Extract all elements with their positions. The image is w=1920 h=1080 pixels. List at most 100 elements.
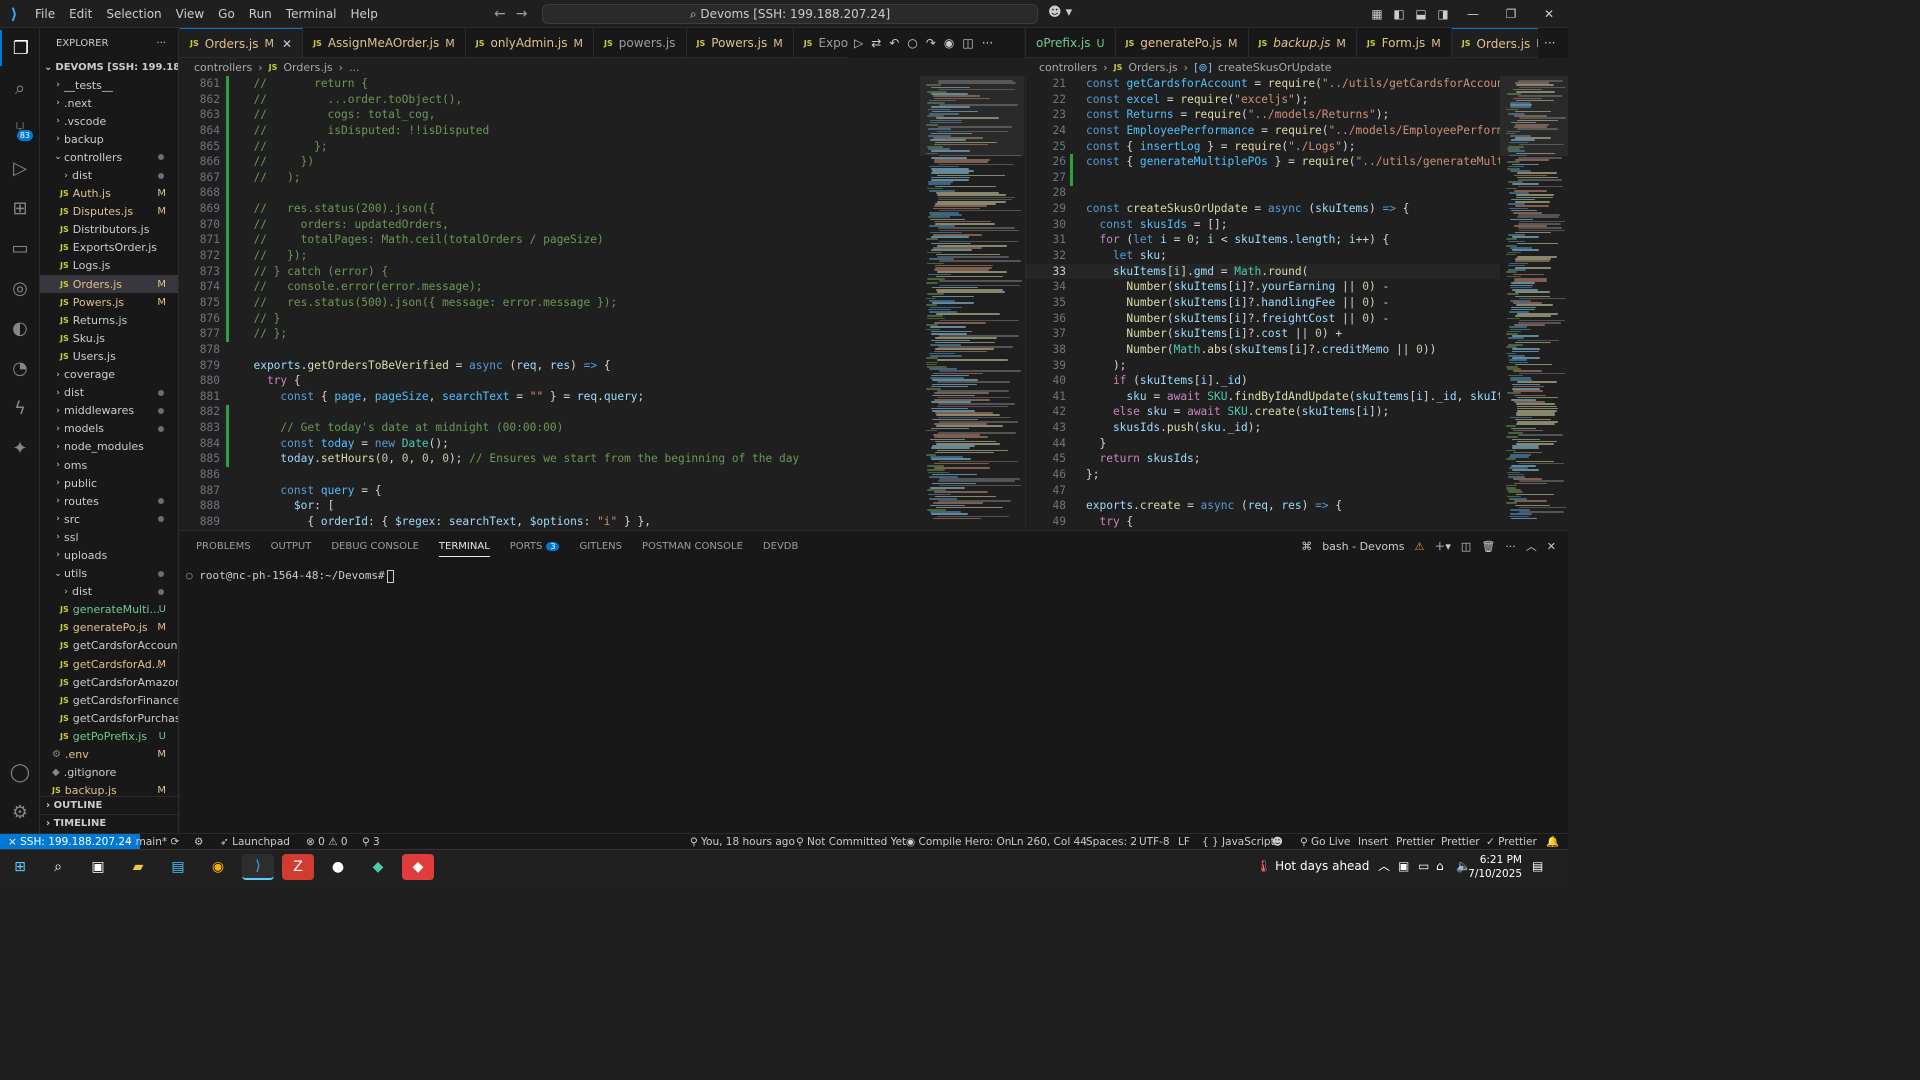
command-center[interactable]: ⌕ Devoms [SSH: 199.188.207.24] <box>542 4 1038 24</box>
copilot-status-icon[interactable]: ☻ <box>1272 834 1283 850</box>
branch-indicator[interactable]: ⑂ main* ⟳ <box>126 834 179 850</box>
terminal-output[interactable]: ○ root@nc-ph-1564-48:~/Devoms# <box>186 569 394 583</box>
folder-item[interactable]: › node_modules <box>40 438 178 456</box>
file-item[interactable]: JS Sku.js <box>40 329 178 347</box>
ports-indicator[interactable]: ⚲ 3 <box>362 834 380 850</box>
folder-item[interactable]: › models <box>40 420 178 438</box>
close-tab-icon[interactable]: ✕ <box>282 37 292 51</box>
minimap-slider[interactable] <box>920 76 1024 156</box>
panel-tab-output[interactable]: OUTPUT <box>271 541 312 552</box>
previous-change-icon[interactable]: ○ <box>907 36 917 50</box>
notification-center-icon[interactable]: ▤ <box>1532 850 1543 883</box>
forward-arrow-icon[interactable]: → <box>516 0 528 28</box>
go-live[interactable]: ⚲ Go Live <box>1300 834 1350 850</box>
editor-tab[interactable]: JS AssignMeAOrder.js M <box>303 28 466 57</box>
gitlens-icon[interactable]: ◎ <box>0 270 40 306</box>
file-item[interactable]: JS generatePo.js M <box>40 619 178 637</box>
folder-item[interactable]: › .vscode <box>40 112 178 130</box>
tray-battery-icon[interactable]: ▭ <box>1418 850 1429 883</box>
breadcrumb-folder[interactable]: controllers <box>194 61 252 74</box>
account-icon[interactable]: ◯ <box>0 754 40 790</box>
source-control-icon[interactable]: ⑂ 83 <box>0 110 40 146</box>
breadcrumb-folder[interactable]: controllers <box>1039 61 1097 74</box>
run-icon[interactable]: ▷ <box>854 36 863 50</box>
folder-item[interactable]: ⌄ utils <box>40 565 178 583</box>
folder-item[interactable]: › .next <box>40 94 178 112</box>
panel-tab-gitlens[interactable]: GITLENS <box>579 541 622 552</box>
remote-explorer-icon[interactable]: ▭ <box>0 230 40 266</box>
file-item[interactable]: JS Powers.js M <box>40 293 178 311</box>
folder-item[interactable]: › uploads <box>40 546 178 564</box>
menu-selection[interactable]: Selection <box>99 0 168 28</box>
folder-item[interactable]: › oms <box>40 456 178 474</box>
breadcrumb-symbol[interactable]: ... <box>349 61 360 74</box>
launchpad[interactable]: ➶ Launchpad <box>220 834 290 850</box>
menu-edit[interactable]: Edit <box>62 0 99 28</box>
app-icon-dark[interactable]: ● <box>322 854 354 880</box>
more-editor-actions-icon[interactable]: ··· <box>1544 36 1555 50</box>
prettier-3[interactable]: ✓ Prettier <box>1486 834 1537 850</box>
file-item[interactable]: JS Auth.js M <box>40 185 178 203</box>
weather-widget[interactable]: 🌡 Hot days ahead <box>1256 850 1369 883</box>
compare-icon[interactable]: ⇄ <box>871 36 881 50</box>
anydesk-icon[interactable]: ◆ <box>402 854 434 880</box>
tray-chevron-icon[interactable]: ︿ <box>1378 850 1390 883</box>
vscode-taskbar-icon[interactable]: ⟩ <box>242 854 274 880</box>
toggle-secondary-sidebar-icon[interactable]: ◨ <box>1432 7 1454 21</box>
extensions-icon[interactable]: ⊞ <box>0 190 40 226</box>
prettier-1[interactable]: Prettier <box>1396 834 1435 850</box>
right-minimap[interactable] <box>1500 76 1568 530</box>
panel-tab-terminal[interactable]: TERMINAL <box>438 536 490 557</box>
menu-run[interactable]: Run <box>242 0 279 28</box>
gitlens-status-icon[interactable]: ⚙ <box>194 834 203 850</box>
clock[interactable]: 6:21 PM 7/10/2025 <box>1468 853 1522 881</box>
toggle-sidebar-icon[interactable]: ◧ <box>1388 7 1410 21</box>
editor-tab[interactable]: JS Powers.js M <box>687 28 794 57</box>
remote-indicator[interactable]: ⨯ SSH: 199.188.207.24 <box>0 834 140 850</box>
file-item[interactable]: JS getPoPrefix.js U <box>40 727 178 745</box>
next-change-icon[interactable]: ↷ <box>926 36 936 50</box>
maximize-panel-icon[interactable]: ︿ <box>1526 538 1537 554</box>
editor-tab[interactable]: JS ExportsOrc <box>794 28 848 57</box>
indentation[interactable]: Spaces: 2 <box>1086 834 1137 850</box>
timeline-section[interactable]: › TIMELINE <box>40 814 178 832</box>
compile-hero-indicator[interactable]: ◉ Compile Hero: On <box>906 834 1011 850</box>
file-item[interactable]: JS Users.js <box>40 347 178 365</box>
postman-icon[interactable]: ◐ <box>0 310 40 346</box>
file-item[interactable]: JS Orders.js M <box>40 275 178 294</box>
panel-tab-ports[interactable]: PORTS 3 <box>510 541 560 552</box>
file-item[interactable]: JSgetCardsforPurchasi... <box>40 709 178 727</box>
file-item[interactable]: ◆ .gitignore <box>40 764 178 782</box>
explorer-icon[interactable]: ❐ <box>0 30 40 66</box>
editor-tab[interactable]: JS powers.js <box>594 28 687 57</box>
chrome-icon[interactable]: ◉ <box>202 854 234 880</box>
terminal-name[interactable]: bash - Devoms <box>1322 540 1404 553</box>
menu-help[interactable]: Help <box>344 0 385 28</box>
file-item[interactable]: JS Distributors.js <box>40 221 178 239</box>
tray-wifi-icon[interactable]: ⌂ <box>1436 850 1444 883</box>
folder-item[interactable]: › middlewares <box>40 402 178 420</box>
split-terminal-icon[interactable]: ◫ <box>1461 540 1471 553</box>
left-minimap[interactable] <box>920 76 1024 530</box>
tray-network-icon[interactable]: ▣ <box>1398 850 1409 883</box>
panel-tab-devdb[interactable]: DEVDB <box>763 541 798 552</box>
folder-item[interactable]: › src <box>40 510 178 528</box>
more-icon[interactable]: ··· <box>1505 540 1516 553</box>
file-item[interactable]: JSgetCardsforAmazon.js <box>40 673 178 691</box>
panel-tab-debug-console[interactable]: DEBUG CONSOLE <box>331 541 419 552</box>
blame-indicator[interactable]: ⚲ You, 18 hours ago <box>690 834 795 850</box>
left-code-editor[interactable]: 861 // return {862 // ...order.toObject(… <box>180 76 920 530</box>
more-editor-actions-icon[interactable]: ··· <box>982 36 993 50</box>
menu-go[interactable]: Go <box>211 0 242 28</box>
restore-icon[interactable]: ❐ <box>1492 7 1530 21</box>
file-item[interactable]: JS generateMulti... U <box>40 601 178 619</box>
editor-tab[interactable]: oPrefix.js U <box>1026 28 1116 57</box>
problems-indicator[interactable]: ⊗ 0 ⚠ 0 <box>306 834 348 850</box>
file-item[interactable]: JSgetCardsforFinance.js <box>40 691 178 709</box>
trash-icon[interactable]: 🗑 <box>1481 540 1495 553</box>
gitlens-inspect-icon[interactable]: ◉ <box>944 36 954 50</box>
search-view-icon[interactable]: ⌕ <box>0 70 40 106</box>
breadcrumb-file[interactable]: Orders.js <box>283 61 332 74</box>
task-view-icon[interactable]: ▣ <box>82 854 114 880</box>
file-item[interactable]: ⚙ .env M <box>40 745 178 763</box>
